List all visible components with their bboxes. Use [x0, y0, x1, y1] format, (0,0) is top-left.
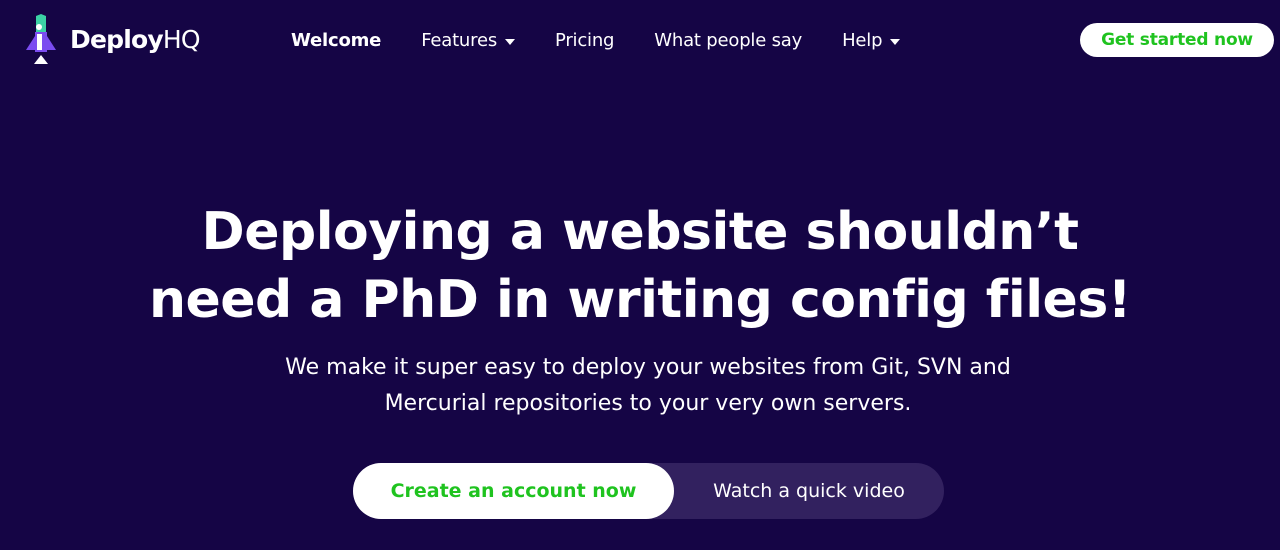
nav-what-people-say-label: What people say [654, 29, 803, 51]
brand-name: DeployHQ [70, 24, 201, 54]
hero-title-line-2: need a PhD in writing config files! [148, 270, 1132, 330]
nav-pricing[interactable]: Pricing [555, 30, 614, 51]
chevron-down-icon [505, 38, 515, 45]
nav-help[interactable]: Help [842, 29, 901, 51]
nav-features-label: Features [421, 29, 497, 51]
nav-features[interactable]: Features [421, 30, 515, 51]
watch-video-button[interactable]: Watch a quick video [674, 463, 944, 519]
get-started-button[interactable]: Get started now [1080, 23, 1274, 57]
brand-logo[interactable]: DeployHQ [24, 14, 201, 64]
nav-help-label: Help [842, 29, 883, 51]
hero-title-line-1: Deploying a website shouldn’t [201, 202, 1079, 262]
nav-pricing-label: Pricing [555, 29, 615, 51]
create-account-button[interactable]: Create an account now [353, 463, 674, 519]
hero-subtitle-line-2: Mercurial repositories to your very own … [384, 391, 912, 416]
brand-name-light: HQ [162, 24, 201, 54]
hero-title: Deploying a website shouldn’t need a PhD… [140, 198, 1140, 334]
nav-what-people-say[interactable]: What people say [654, 30, 802, 51]
nav-welcome-label: Welcome [291, 29, 382, 51]
rocket-logo-icon [26, 14, 56, 64]
main-nav: Welcome Features Pricing What people say… [291, 27, 901, 53]
hero-subtitle: We make it super easy to deploy your web… [240, 350, 1056, 422]
hero-subtitle-line-1: We make it super easy to deploy your web… [285, 355, 1011, 380]
nav-welcome[interactable]: Welcome [291, 30, 381, 51]
hero-cta-group: Create an account now Watch a quick vide… [353, 463, 944, 519]
brand-name-bold: Deploy [70, 24, 164, 54]
chevron-down-icon [890, 38, 901, 45]
site-header: DeployHQ Welcome Features Pricing What p… [0, 0, 1280, 80]
